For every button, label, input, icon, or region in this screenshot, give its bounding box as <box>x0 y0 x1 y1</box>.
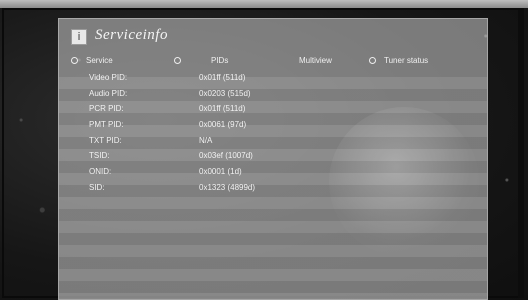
row-value: 0x0061 (97d) <box>199 120 247 130</box>
row-label: PCR PID: <box>89 104 124 114</box>
row-value: 0x1323 (4899d) <box>199 182 256 192</box>
row-label: Video PID: <box>89 73 128 82</box>
row-value: 0x0001 (1d) <box>199 167 242 177</box>
row-label: TXT PID: <box>89 135 122 145</box>
table-row: Video PID: 0x01ff (511d) <box>59 71 487 87</box>
tab-label: PIDs <box>211 56 229 65</box>
serviceinfo-panel: i Serviceinfo Service PIDs Multiview Tun… <box>58 18 488 300</box>
row-label: PMT PID: <box>89 120 124 130</box>
tab-label: Multiview <box>299 56 332 65</box>
info-icon: i <box>71 29 87 45</box>
table-row: PMT PID: 0x0061 (97d) <box>59 118 487 134</box>
row-label: Audio PID: <box>89 88 128 98</box>
screen-frame-edge <box>518 10 524 298</box>
title-bar: i Serviceinfo <box>59 19 487 53</box>
tab-pids[interactable]: PIDs <box>174 53 228 69</box>
radio-circle-icon <box>369 57 376 65</box>
tab-multiview[interactable]: Multiview <box>299 53 332 69</box>
radio-circle-icon <box>174 57 181 65</box>
table-row: TSID: 0x03ef (1007d) <box>59 149 487 165</box>
tab-service[interactable]: Service <box>71 53 113 69</box>
tab-bar: Service PIDs Multiview Tuner status <box>59 53 487 69</box>
row-value: 0x0203 (515d) <box>199 88 251 98</box>
row-value: 0x01ff (511d) <box>199 73 246 82</box>
tab-label: Tuner status <box>384 56 429 65</box>
top-bezel <box>0 0 528 8</box>
tab-label: Service <box>86 56 113 65</box>
row-label: ONID: <box>89 167 112 177</box>
row-value: 0x03ef (1007d) <box>199 151 253 161</box>
row-value: N/A <box>199 135 213 145</box>
tab-tuner-status[interactable]: Tuner status <box>369 53 428 69</box>
info-table: Video PID: 0x01ff (511d) Audio PID: 0x02… <box>59 71 487 197</box>
table-row: TXT PID: N/A <box>59 134 487 150</box>
row-value: 0x01ff (511d) <box>199 104 246 114</box>
table-row: SID: 0x1323 (4899d) <box>59 181 487 197</box>
row-label: SID: <box>89 182 105 192</box>
row-label: TSID: <box>89 151 110 161</box>
radio-circle-icon <box>71 57 78 65</box>
window-title: Serviceinfo <box>95 27 168 43</box>
table-row: ONID: 0x0001 (1d) <box>59 165 487 181</box>
table-row: Audio PID: 0x0203 (515d) <box>59 87 487 103</box>
table-row: PCR PID: 0x01ff (511d) <box>59 102 487 118</box>
